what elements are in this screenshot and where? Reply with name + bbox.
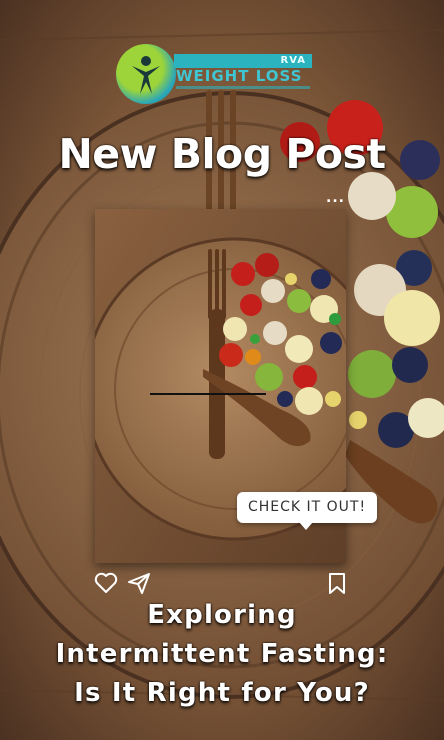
heart-icon[interactable] bbox=[93, 570, 119, 596]
person-icon bbox=[132, 56, 160, 94]
logo-top-text: RVA bbox=[174, 54, 312, 68]
progress-line bbox=[150, 393, 266, 395]
logo-underline bbox=[176, 86, 310, 89]
logo-main-text: WEIGHT LOSS bbox=[176, 67, 303, 85]
brand-logo: RVA WEIGHT LOSS bbox=[116, 42, 316, 106]
bookmark-icon[interactable] bbox=[324, 570, 350, 596]
post-title: Exploring Intermittent Fasting: Is It Ri… bbox=[0, 596, 444, 713]
headline: New Blog Post bbox=[58, 130, 386, 178]
story-canvas: RVA WEIGHT LOSS New Blog Post ... CHECK … bbox=[0, 0, 444, 740]
more-options-icon[interactable]: ... bbox=[326, 190, 345, 206]
post-title-line-1: Exploring bbox=[147, 600, 297, 630]
logo-emblem bbox=[116, 44, 176, 104]
check-it-out-button[interactable]: CHECK IT OUT! bbox=[237, 492, 377, 530]
post-title-line-2: Intermittent Fasting: bbox=[55, 639, 389, 669]
post-title-line-3: Is It Right for You? bbox=[74, 678, 370, 708]
send-icon[interactable] bbox=[126, 570, 152, 596]
